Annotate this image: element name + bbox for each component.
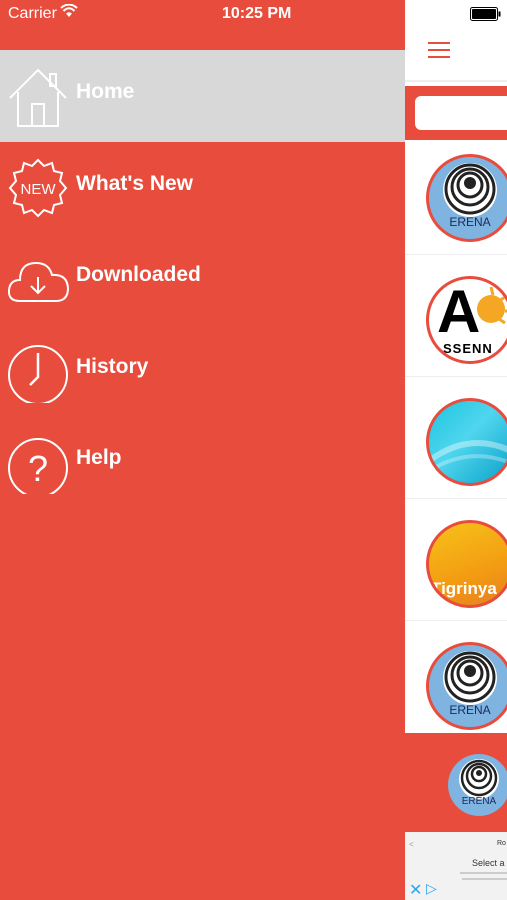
station-name: SSENN bbox=[443, 341, 493, 356]
list-divider bbox=[405, 376, 507, 377]
ad-text-line bbox=[460, 872, 507, 874]
menu-item-whats-new[interactable]: NEW What's New bbox=[0, 142, 405, 234]
cloud-download-icon bbox=[6, 247, 70, 311]
chevron-left-icon: < bbox=[409, 840, 414, 849]
station-logo-abstract[interactable] bbox=[426, 398, 507, 486]
clock-icon bbox=[6, 339, 70, 405]
station-name: ERENA bbox=[449, 215, 491, 229]
menu-item-label: What's New bbox=[76, 172, 194, 195]
hamburger-menu-icon[interactable] bbox=[428, 42, 450, 63]
station-logo-erena[interactable]: ERENA bbox=[426, 642, 507, 730]
new-badge-icon: NEW bbox=[6, 156, 70, 220]
ad-text-line bbox=[462, 878, 507, 880]
list-divider bbox=[405, 254, 507, 255]
new-badge-text: NEW bbox=[21, 181, 57, 198]
battery-icon bbox=[470, 7, 502, 26]
header-divider bbox=[405, 80, 507, 82]
search-input[interactable] bbox=[415, 96, 507, 130]
menu-item-label: Home bbox=[76, 80, 135, 103]
station-name: ERENA bbox=[449, 703, 491, 717]
carrier-label: Carrier bbox=[8, 5, 57, 22]
now-playing-logo[interactable]: ERENA bbox=[448, 754, 507, 816]
menu-item-label: Downloaded bbox=[76, 263, 201, 286]
status-time: 10:25 PM bbox=[222, 5, 292, 22]
station-logo-erena[interactable]: ERENA bbox=[426, 154, 507, 242]
list-divider bbox=[405, 498, 507, 499]
station-name: Tigrinya bbox=[431, 579, 497, 598]
dot-pattern-icon bbox=[429, 440, 507, 473]
menu-item-home[interactable]: Home bbox=[0, 50, 405, 142]
close-icon[interactable]: ✕ bbox=[409, 880, 422, 900]
station-logo-tigrinya[interactable]: Tigrinya bbox=[426, 520, 507, 608]
menu-item-label: History bbox=[76, 355, 149, 378]
help-icon: ? bbox=[6, 430, 70, 498]
ad-select-text: Select a la bbox=[472, 858, 507, 868]
menu-item-help[interactable]: ? Help bbox=[0, 416, 405, 508]
menu-item-downloaded[interactable]: Downloaded bbox=[0, 233, 405, 325]
ad-choices-icon[interactable]: ▷ bbox=[426, 880, 437, 897]
menu-item-label: Help bbox=[76, 446, 122, 469]
ad-title: Ro bbox=[497, 840, 506, 847]
station-letter: A bbox=[437, 278, 481, 345]
now-playing-name: ERENA bbox=[461, 796, 497, 807]
station-logo-assenna[interactable]: A SSENN bbox=[426, 276, 507, 364]
help-glyph: ? bbox=[28, 448, 48, 489]
home-icon bbox=[6, 64, 70, 128]
menu-item-history[interactable]: History bbox=[0, 325, 405, 417]
main-content-panel bbox=[405, 50, 507, 733]
wifi-icon bbox=[60, 3, 78, 23]
list-divider bbox=[405, 620, 507, 621]
